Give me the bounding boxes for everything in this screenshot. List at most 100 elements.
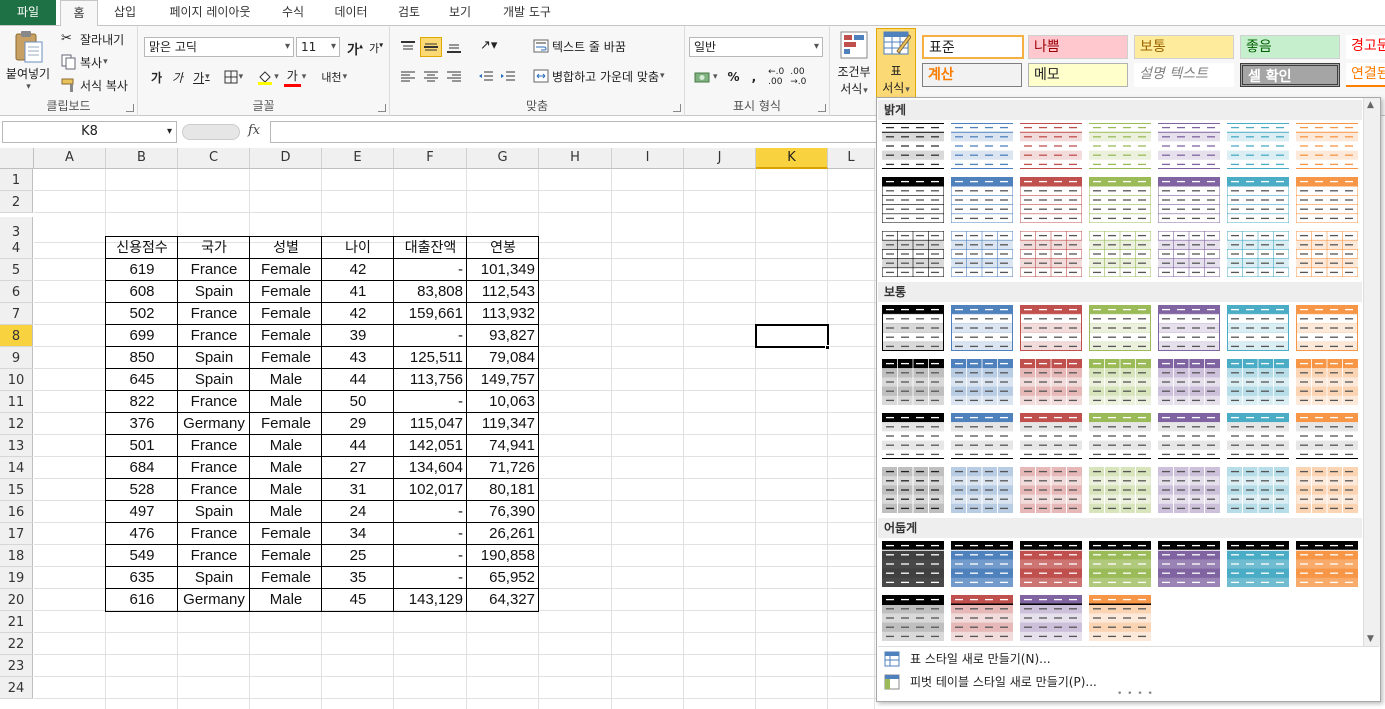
row-header-12[interactable]: 12 — [0, 413, 33, 435]
column-header-e[interactable]: E — [322, 148, 394, 169]
tab-developer[interactable]: 개발 도구 — [492, 0, 562, 26]
shrink-font-button[interactable]: 가▾ — [369, 40, 383, 56]
table-cell[interactable]: 476 — [106, 523, 178, 545]
table-style-dark[interactable] — [882, 541, 944, 587]
tab-data[interactable]: 데이터 — [326, 0, 376, 26]
table-cell[interactable]: 125,511 — [394, 347, 467, 369]
name-box[interactable]: K8 ▾ — [2, 121, 177, 143]
row-header-23[interactable]: 23 — [0, 655, 33, 677]
table-cell[interactable]: 142,051 — [394, 435, 467, 457]
table-style-dark[interactable] — [1089, 541, 1151, 587]
column-header-l[interactable]: L — [828, 148, 875, 169]
cell-style-linked[interactable]: 연결된 — [1346, 63, 1385, 87]
table-style-medium[interactable] — [951, 467, 1013, 513]
table-cell[interactable]: France — [178, 391, 250, 413]
table-cell[interactable]: 850 — [106, 347, 178, 369]
table-cell[interactable]: 112,543 — [467, 281, 539, 303]
row-header-4[interactable]: 4 — [0, 237, 33, 259]
table-style-light[interactable] — [1296, 231, 1358, 277]
table-style-medium[interactable] — [1089, 359, 1151, 405]
wrap-text-button[interactable]: 텍스트 줄 바꿈 — [530, 35, 629, 57]
table-style-medium[interactable] — [951, 413, 1013, 459]
table-cell[interactable]: 501 — [106, 435, 178, 457]
italic-button[interactable]: 가 — [169, 66, 186, 88]
table-style-medium[interactable] — [1296, 305, 1358, 351]
table-style-light[interactable] — [1158, 231, 1220, 277]
table-cell[interactable]: 699 — [106, 325, 178, 347]
table-cell[interactable]: 42 — [322, 259, 394, 281]
table-cell[interactable]: Male — [250, 479, 322, 501]
table-style-medium[interactable] — [1020, 305, 1082, 351]
table-style-light[interactable] — [1227, 231, 1289, 277]
font-size-select[interactable]: 11 — [296, 37, 340, 57]
row-header-7[interactable]: 7 — [0, 303, 33, 325]
cell-style-explanatory[interactable]: 설명 텍스트 — [1134, 63, 1234, 87]
table-style-medium[interactable] — [1227, 305, 1289, 351]
column-header-a[interactable]: A — [34, 148, 106, 169]
table-cell[interactable]: France — [178, 523, 250, 545]
decrease-decimal-icon[interactable]: .00 →.0 — [787, 66, 809, 88]
table-style-dark[interactable] — [1020, 595, 1082, 641]
column-header-i[interactable]: I — [612, 148, 684, 169]
table-cell[interactable]: Germany — [178, 413, 250, 435]
table-cell[interactable]: Female — [250, 303, 322, 325]
table-cell[interactable]: France — [178, 545, 250, 567]
table-cell[interactable]: Female — [250, 347, 322, 369]
column-header-h[interactable]: H — [539, 148, 612, 169]
table-cell[interactable]: Male — [250, 391, 322, 413]
table-style-medium[interactable] — [1296, 467, 1358, 513]
dialog-launcher-icon[interactable] — [378, 104, 386, 112]
table-style-medium[interactable] — [1296, 413, 1358, 459]
table-style-dark[interactable] — [882, 595, 944, 641]
table-cell[interactable]: Female — [250, 259, 322, 281]
row-header-18[interactable]: 18 — [0, 545, 33, 567]
cell-style-normal[interactable]: 표준 — [922, 35, 1024, 59]
table-style-light[interactable] — [1020, 123, 1082, 169]
table-cell[interactable]: 35 — [322, 567, 394, 589]
phonetic-button[interactable]: 내천 ▾ — [318, 66, 350, 88]
table-cell[interactable]: 27 — [322, 457, 394, 479]
percent-button[interactable]: % — [725, 66, 743, 88]
table-cell[interactable]: - — [394, 325, 467, 347]
comma-button[interactable]: , — [749, 66, 760, 88]
table-style-light[interactable] — [1089, 177, 1151, 223]
table-cell[interactable]: 822 — [106, 391, 178, 413]
table-cell[interactable]: 31 — [322, 479, 394, 501]
table-cell[interactable]: 149,757 — [467, 369, 539, 391]
align-middle-button[interactable] — [420, 37, 442, 57]
table-style-dark[interactable] — [1158, 541, 1220, 587]
table-cell[interactable]: 134,604 — [394, 457, 467, 479]
row-header-16[interactable]: 16 — [0, 501, 33, 523]
table-cell[interactable]: 42 — [322, 303, 394, 325]
row-header-22[interactable]: 22 — [0, 633, 33, 655]
row-header-6[interactable]: 6 — [0, 281, 33, 303]
table-style-medium[interactable] — [1227, 413, 1289, 459]
table-cell[interactable]: 608 — [106, 281, 178, 303]
table-style-medium[interactable] — [882, 413, 944, 459]
table-cell[interactable]: Female — [250, 413, 322, 435]
tab-file[interactable]: 파일 — [0, 0, 56, 25]
table-style-dark[interactable] — [1089, 595, 1151, 641]
table-header-cell[interactable]: 연봉 — [467, 237, 539, 259]
table-cell[interactable]: 497 — [106, 501, 178, 523]
row-header-5[interactable]: 5 — [0, 259, 33, 281]
table-style-medium[interactable] — [882, 359, 944, 405]
table-style-dark[interactable] — [951, 595, 1013, 641]
table-style-light[interactable] — [882, 231, 944, 277]
table-cell[interactable]: 45 — [322, 589, 394, 611]
table-header-cell[interactable]: 국가 — [178, 237, 250, 259]
cell-style-neutral[interactable]: 보통 — [1134, 35, 1234, 59]
table-cell[interactable]: 76,390 — [467, 501, 539, 523]
table-cell[interactable]: 143,129 — [394, 589, 467, 611]
table-cell[interactable]: France — [178, 303, 250, 325]
table-style-light[interactable] — [1089, 231, 1151, 277]
table-cell[interactable]: - — [394, 501, 467, 523]
table-cell[interactable]: France — [178, 457, 250, 479]
cell-style-check[interactable]: 셀 확인 — [1240, 63, 1340, 87]
row-header-17[interactable]: 17 — [0, 523, 33, 545]
bold-button[interactable]: 가 — [148, 66, 165, 88]
copy-button[interactable]: 복사 ▾ — [58, 51, 111, 73]
table-style-medium[interactable] — [1020, 359, 1082, 405]
table-cell[interactable]: Male — [250, 435, 322, 457]
table-style-medium[interactable] — [1227, 359, 1289, 405]
